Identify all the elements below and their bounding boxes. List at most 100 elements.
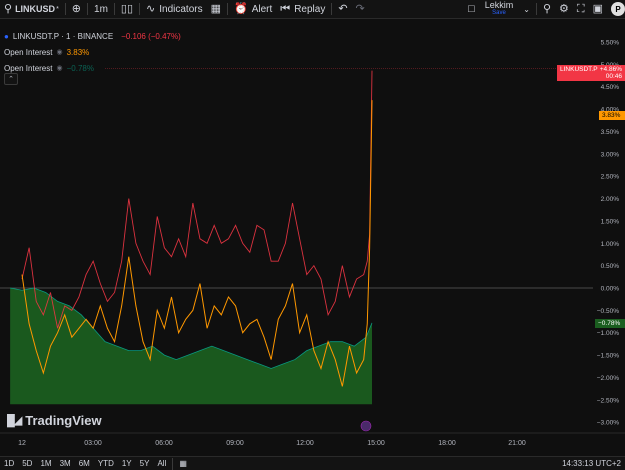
chevron-up-icon: ⌃	[8, 76, 14, 83]
gear-icon: ⚙	[559, 2, 569, 15]
legend-oi2-value: −0.78%	[66, 63, 94, 73]
divider	[227, 3, 229, 15]
plus-circle-icon: ⊕	[71, 2, 82, 15]
legend-main-row[interactable]: ● LINKUSDT.P · 1 · BINANCE −0.106 (−0.47…	[4, 28, 181, 44]
y-tick-label: 0.50%	[601, 263, 620, 270]
range-5d[interactable]: 5D	[18, 459, 36, 468]
divider	[113, 3, 115, 15]
range-5y[interactable]: 5Y	[136, 459, 154, 468]
range-all[interactable]: All	[153, 459, 170, 468]
y-tick-label: 1.00%	[601, 241, 620, 248]
legend-oi1-row[interactable]: Open Interest ◉ 3.83%	[4, 44, 181, 60]
account-menu[interactable]: Lekkim Save	[479, 1, 520, 17]
account-dropdown[interactable]: ⌄	[519, 0, 534, 19]
y-tick-label: 4.50%	[601, 84, 620, 91]
grid-icon: ▦	[210, 2, 222, 15]
tradingview-mark-icon: █◢	[7, 415, 22, 427]
x-tick-label: 18:00	[438, 440, 456, 447]
event-marker-icon	[360, 420, 372, 432]
replay-icon: ⏮	[280, 2, 291, 15]
account-name: Lekkim	[484, 0, 514, 10]
legend-title: LINKUSDT.P · 1 · BINANCE	[12, 31, 114, 41]
undo-button[interactable]: ↶	[334, 0, 351, 19]
symbol-logo-icon: ●	[4, 31, 9, 41]
fullscreen-icon: ⛶	[576, 2, 585, 15]
layout-select-button[interactable]: □	[464, 0, 479, 19]
replay-button[interactable]: ⏮ Replay	[276, 0, 329, 19]
oi2-price-value: −0.78%	[598, 320, 621, 327]
date-range-button[interactable]: ▦	[175, 459, 191, 468]
eye-icon[interactable]: ◉	[56, 47, 62, 58]
tradingview-logo[interactable]: █◢ TradingView	[7, 413, 102, 428]
y-tick-label: 2.00%	[601, 196, 620, 203]
y-tick-label: 1.50%	[601, 218, 620, 225]
y-tick-label: −1.00%	[597, 330, 619, 337]
legend-oi2-row[interactable]: Open Interest ◉ −0.78%	[4, 60, 181, 76]
range-1m[interactable]: 1M	[36, 459, 55, 468]
snapshot-button[interactable]: ▣	[589, 0, 607, 19]
y-tick-label: −2.00%	[597, 375, 619, 382]
bottom-toolbar: 1D 5D 1M 3M 6M YTD 1Y 5Y All ▦ 14:33:13 …	[0, 456, 625, 470]
range-ytd[interactable]: YTD	[94, 459, 118, 468]
collapse-legend-button[interactable]: ⌃	[4, 73, 18, 85]
x-tick-label: 12	[18, 440, 26, 447]
chart-canvas[interactable]: 5.50%5.00%4.50%4.00%3.50%3.00%2.50%2.00%…	[0, 20, 625, 455]
x-tick-label: 09:00	[226, 440, 244, 447]
camera-icon: ▣	[592, 2, 603, 15]
chart-pane[interactable]: 5.50%5.00%4.50%4.00%3.50%3.00%2.50%2.00%…	[0, 20, 625, 455]
alert-button[interactable]: ⏰ Alert	[230, 0, 276, 19]
indicators-label: Indicators	[159, 3, 203, 15]
undo-icon: ↶	[338, 2, 348, 15]
compare-button[interactable]: ⊕	[68, 0, 85, 19]
divider	[139, 3, 141, 15]
eye-icon[interactable]: ◉	[56, 63, 62, 74]
y-tick-label: −1.50%	[597, 353, 619, 360]
symbol-search[interactable]: ⚲ LINKUSD *	[0, 0, 63, 19]
tradingview-wordmark: TradingView	[25, 413, 102, 428]
range-1y[interactable]: 1Y	[118, 459, 136, 468]
redo-icon: ↷	[355, 2, 365, 15]
legend-change: −0.106 (−0.47%)	[121, 31, 181, 41]
y-tick-label: −2.50%	[597, 397, 619, 404]
y-tick-label: 0.00%	[601, 286, 620, 293]
avatar[interactable]: P	[611, 2, 625, 16]
candles-icon: ▯▯	[120, 2, 134, 15]
range-3m[interactable]: 3M	[56, 459, 75, 468]
main-price-label: LINKUSDT.P +4.86% 00:46	[557, 65, 625, 81]
x-tick-label: 21:00	[508, 440, 526, 447]
layouts-button[interactable]: ▦	[207, 0, 225, 19]
top-toolbar: ⚲ LINKUSD * ⊕ 1m ▯▯ ∿ Indicators ▦ ⏰ Ale…	[0, 0, 625, 19]
square-icon: □	[468, 2, 475, 15]
indicators-icon: ∿	[146, 2, 156, 15]
indicators-button[interactable]: ∿ Indicators	[142, 0, 207, 19]
quick-search-button[interactable]: ⚲	[539, 0, 555, 19]
divider	[64, 3, 66, 15]
alarm-clock-icon: ⏰	[234, 2, 248, 15]
range-6m[interactable]: 6M	[75, 459, 94, 468]
oi1-price-value: 3.83%	[602, 112, 621, 119]
redo-button[interactable]: ↷	[352, 0, 369, 19]
fullscreen-button[interactable]: ⛶	[573, 0, 589, 19]
settings-button[interactable]: ⚙	[555, 0, 573, 19]
oi1-price-label: 3.83%	[599, 111, 625, 120]
price-line	[21, 70, 373, 329]
search-icon: ⚲	[542, 2, 552, 15]
search-icon: ⚲	[4, 2, 13, 15]
clock-display[interactable]: 14:33:13 UTC+2	[562, 459, 625, 468]
y-tick-label: −0.50%	[597, 308, 619, 315]
chevron-down-icon: ⌄	[523, 4, 530, 14]
replay-label: Replay	[294, 3, 326, 15]
y-tick-label: −3.00%	[597, 420, 619, 427]
chart-type-button[interactable]: ▯▯	[117, 0, 137, 19]
interval-button[interactable]: 1m	[90, 0, 112, 19]
chart-legend: ● LINKUSDT.P · 1 · BINANCE −0.106 (−0.47…	[4, 28, 181, 76]
bar-countdown: 00:46	[605, 73, 622, 80]
y-tick-label: 5.50%	[601, 40, 620, 47]
interval-label: 1m	[94, 3, 108, 15]
save-status: Save	[492, 10, 506, 16]
x-tick-label: 15:00	[367, 440, 385, 447]
range-1d[interactable]: 1D	[0, 459, 18, 468]
oi2-price-label: −0.78%	[595, 319, 625, 328]
y-tick-label: 3.00%	[601, 151, 620, 158]
divider	[535, 3, 537, 15]
